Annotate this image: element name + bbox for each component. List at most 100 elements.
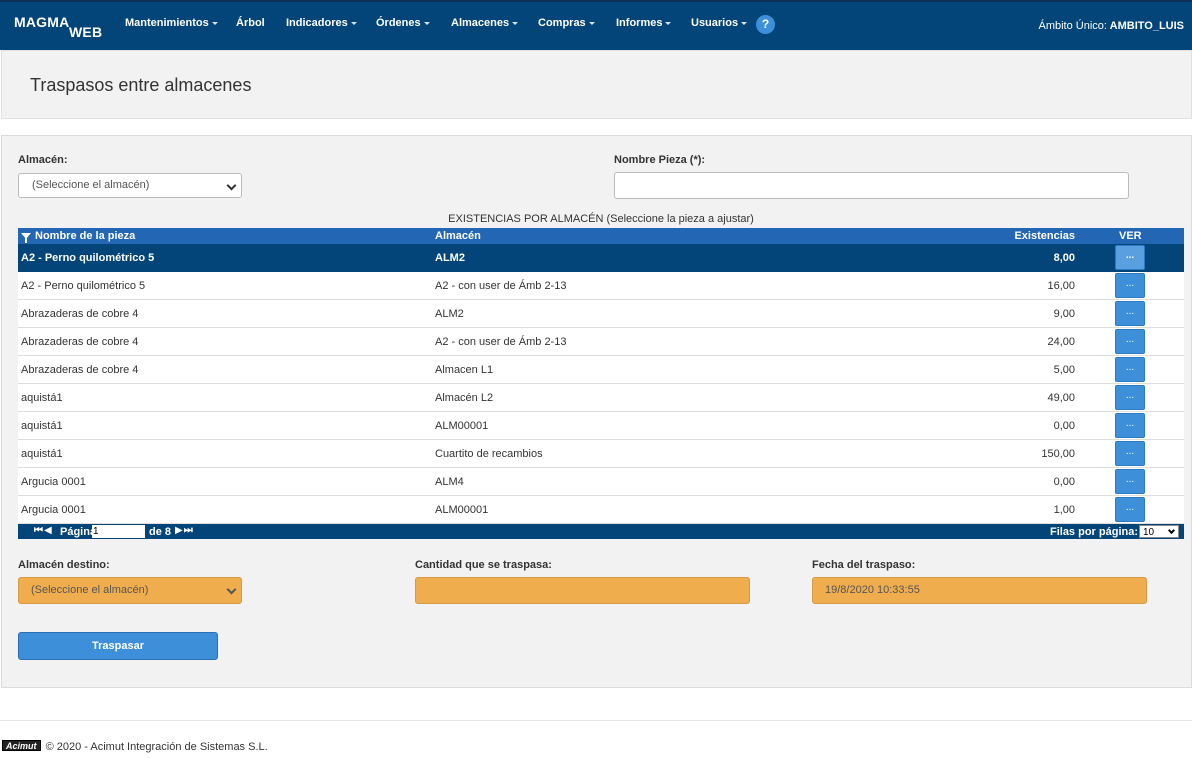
next-last-page-icons[interactable]: ▶⏭	[175, 525, 194, 536]
ver-button[interactable]: ...	[1115, 329, 1145, 354]
page-number-input[interactable]: 1	[92, 525, 145, 538]
pieza-label: Nombre Pieza (*):	[614, 154, 706, 166]
cell-piece-name: A2 - Perno quilométrico 5	[21, 280, 146, 292]
footer-copyright: © 2020 - Acimut Integración de Sistemas …	[45, 741, 268, 753]
cell-existencias: 1,00	[1053, 504, 1075, 516]
grid-caption: EXISTENCIAS POR ALMACÉN (Seleccione la p…	[448, 213, 754, 225]
cell-piece-name: Abrazaderas de cobre 4	[21, 336, 139, 348]
fecha-label: Fecha del traspaso:	[812, 559, 916, 571]
caret-down-icon	[423, 21, 430, 25]
header-almacen[interactable]: Almacén	[435, 230, 481, 242]
ver-button[interactable]: ...	[1115, 441, 1145, 466]
cell-piece-name: Argucia 0001	[21, 504, 86, 516]
stock-grid: Nombre de la pieza Almacén Existencias V…	[18, 228, 1184, 539]
cell-piece-name: aquistá1	[21, 448, 63, 460]
ver-button[interactable]: ...	[1115, 357, 1145, 382]
nav-label: Mantenimientos	[125, 17, 209, 29]
ver-button[interactable]: ...	[1115, 385, 1145, 410]
header-ver: VER	[1119, 230, 1142, 242]
nav-label: Órdenes	[376, 17, 421, 29]
cell-almacen: A2 - con user de Ámb 2-13	[435, 336, 567, 348]
table-row[interactable]: Abrazaderas de cobre 4 Almacen L1 5,00...	[18, 356, 1184, 384]
filter-icon[interactable]	[21, 233, 31, 244]
header-existencias[interactable]: Existencias	[1014, 230, 1075, 242]
nav-usuarios[interactable]: Usuarios	[691, 17, 748, 29]
help-icon[interactable]: ?	[756, 15, 775, 34]
cell-almacen: ALM00001	[435, 420, 489, 432]
grid-pager: ⏮◀ Página 1 de 8 ▶⏭ Filas por página: 10	[18, 524, 1184, 539]
nav-compras[interactable]: Compras	[538, 17, 595, 29]
destino-select[interactable]: (Seleccione el almacén)	[18, 577, 242, 604]
table-row[interactable]: Argucia 0001 ALM4 0,00...	[18, 468, 1184, 496]
cell-almacen: Almacén L2	[435, 392, 494, 404]
logo-sub: WEB	[69, 24, 103, 40]
page-label: Página	[60, 526, 97, 538]
ver-button[interactable]: ...	[1115, 301, 1145, 326]
caret-down-icon	[665, 21, 672, 25]
first-prev-page-icons[interactable]: ⏮◀	[34, 525, 53, 536]
pieza-input[interactable]	[614, 172, 1129, 199]
table-row[interactable]: A2 - Perno quilométrico 5 ALM2 8,00...	[18, 244, 1184, 272]
nav-arbol[interactable]: Árbol	[236, 17, 265, 29]
ver-button[interactable]: ...	[1115, 273, 1145, 298]
nav-label: Árbol	[236, 17, 265, 29]
nav-label: Usuarios	[691, 17, 739, 29]
header-name-label: Nombre de la pieza	[35, 230, 136, 242]
acimut-logo: Acimut	[2, 740, 41, 751]
table-row[interactable]: Abrazaderas de cobre 4 ALM2 9,00...	[18, 300, 1184, 328]
grid-header: Nombre de la pieza Almacén Existencias V…	[18, 228, 1184, 244]
nav-label: Indicadores	[286, 17, 348, 29]
rows-per-page-label: Filas por página:	[1049, 526, 1138, 538]
ambito-indicator: Ámbito Único: AMBITO_LUIS	[1039, 20, 1185, 32]
nav-indicadores[interactable]: Indicadores	[286, 17, 357, 29]
traspasar-button[interactable]: Traspasar	[18, 632, 218, 660]
rows-per-page-select[interactable]: 10	[1139, 525, 1179, 538]
destino-select-value: (Seleccione el almacén)	[31, 584, 149, 596]
nav-almacenes[interactable]: Almacenes	[451, 17, 519, 29]
logo-main: MAGMA	[14, 14, 70, 30]
app-logo[interactable]: MAGMA WEB	[14, 14, 102, 40]
cell-piece-name: Abrazaderas de cobre 4	[21, 308, 139, 320]
table-row[interactable]: aquistá1 Cuartito de recambios 150,00...	[18, 440, 1184, 468]
chevron-down-icon	[226, 180, 237, 191]
chevron-down-icon	[226, 584, 237, 595]
table-row[interactable]: aquistá1 Almacén L2 49,00...	[18, 384, 1184, 412]
ver-button[interactable]: ...	[1115, 497, 1145, 522]
cell-existencias: 9,00	[1053, 308, 1075, 320]
ver-button[interactable]: ...	[1115, 469, 1145, 494]
nav-label: Almacenes	[451, 17, 510, 29]
nav-label: Compras	[538, 17, 586, 29]
footer: Acimut © 2020 - Acimut Integración de Si…	[2, 740, 268, 753]
cell-almacen: Cuartito de recambios	[435, 448, 543, 460]
caret-down-icon	[741, 21, 748, 25]
page-of-label: de 8	[149, 526, 172, 538]
cell-almacen: ALM2	[435, 252, 465, 264]
cell-existencias: 49,00	[1047, 392, 1075, 404]
table-row[interactable]: aquistá1 ALM00001 0,00...	[18, 412, 1184, 440]
ver-button[interactable]: ...	[1115, 245, 1145, 270]
nav-informes[interactable]: Informes	[616, 17, 672, 29]
ambito-label: Ámbito Único:	[1038, 20, 1107, 32]
cell-existencias: 24,00	[1047, 336, 1075, 348]
almacen-label: Almacén:	[18, 154, 68, 166]
grid-body: A2 - Perno quilométrico 5 ALM2 8,00... A2 -…	[18, 244, 1184, 524]
fecha-input[interactable]: 19/8/2020 10:33:55	[812, 577, 1147, 604]
page-title: Traspasos entre almacenes	[30, 75, 252, 95]
cell-piece-name: Abrazaderas de cobre 4	[21, 364, 139, 376]
title-panel: Traspasos entre almacenes	[1, 50, 1192, 119]
cell-almacen: Almacen L1	[435, 364, 494, 376]
cell-almacen: ALM00001	[435, 504, 489, 516]
table-row[interactable]: Argucia 0001 ALM00001 1,00...	[18, 496, 1184, 524]
cell-existencias: 0,00	[1053, 420, 1075, 432]
nav-mantenimientos[interactable]: Mantenimientos	[125, 17, 218, 29]
cell-almacen: ALM4	[435, 476, 464, 488]
table-row[interactable]: A2 - Perno quilométrico 5 A2 - con user d…	[18, 272, 1184, 300]
header-name[interactable]: Nombre de la pieza	[21, 230, 136, 244]
almacen-select[interactable]: (Seleccione el almacén)	[18, 173, 242, 198]
nav-ordenes[interactable]: Órdenes	[376, 17, 430, 29]
table-row[interactable]: Abrazaderas de cobre 4 A2 - con user de Á…	[18, 328, 1184, 356]
cantidad-input[interactable]	[415, 577, 750, 604]
cell-existencias: 16,00	[1047, 280, 1075, 292]
cell-piece-name: aquistá1	[21, 420, 63, 432]
ver-button[interactable]: ...	[1115, 413, 1145, 438]
